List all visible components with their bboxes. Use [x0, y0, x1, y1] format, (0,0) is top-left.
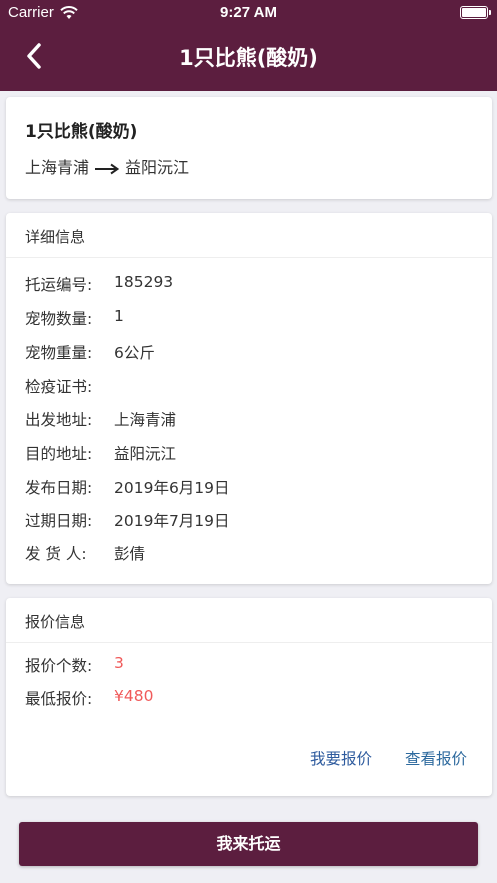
quote-card: 报价信息 报价个数: 3 最低报价: ¥480 我要报价 查看报价 [6, 598, 492, 796]
info-row-origin-address: 出发地址: 上海青浦 [25, 408, 176, 430]
info-label: 发布日期: [25, 479, 93, 497]
view-offers-link[interactable]: 查看报价 [405, 747, 467, 769]
info-value: 185293 [114, 273, 174, 291]
info-row-expiry-date: 过期日期: 2019年7月19日 [25, 509, 230, 531]
route-origin: 上海青浦 [25, 158, 90, 177]
make-offer-link[interactable]: 我要报价 [310, 747, 372, 769]
info-value: 益阳沅江 [114, 445, 177, 463]
info-label: 过期日期: [25, 512, 93, 530]
status-bar: Carrier 9:27 AM [0, 0, 497, 26]
lowest-quote-value: ¥480 [114, 687, 154, 705]
info-row-pet-weight: 宠物重量: 6公斤 [25, 341, 155, 363]
navigation-bar: 1只比熊(酸奶) [0, 26, 497, 91]
info-label: 托运编号: [25, 276, 93, 294]
detail-card-header: 详细信息 [6, 213, 492, 258]
info-row-pet-count: 宠物数量: 1 [25, 307, 124, 329]
ship-button[interactable]: 我来托运 [19, 822, 478, 866]
route-destination: 益阳沅江 [125, 158, 190, 177]
info-label: 宠物数量: [25, 310, 93, 328]
info-row-quarantine-certificate: 检疫证书: [25, 375, 114, 397]
summary-card: 1只比熊(酸奶) 上海青浦 益阳沅江 [6, 97, 492, 199]
info-row-shipper: 发 货 人: 彭倩 [25, 542, 145, 564]
info-value: 彭倩 [114, 545, 146, 563]
info-row-shipment-number: 托运编号: 185293 [25, 273, 173, 295]
info-value: 1 [114, 307, 124, 325]
detail-card: 详细信息 托运编号: 185293 宠物数量: 1 宠物重量: 6公斤 检疫证书… [6, 213, 492, 584]
info-row-quote-count: 报价个数: 3 [25, 654, 124, 676]
info-label: 发 货 人: [25, 545, 87, 563]
page-title: 1只比熊(酸奶) [179, 46, 318, 70]
shipment-title: 1只比熊(酸奶) [25, 122, 138, 142]
info-row-lowest-quote: 最低报价: ¥480 [25, 687, 153, 709]
info-label: 出发地址: [25, 411, 93, 429]
info-label: 报价个数: [25, 657, 93, 675]
quote-count-value: 3 [114, 654, 124, 672]
info-value: 2019年6月19日 [114, 479, 230, 497]
battery-icon [460, 6, 491, 19]
info-label: 最低报价: [25, 690, 93, 708]
info-label: 宠物重量: [25, 344, 93, 362]
arrow-right-icon [95, 160, 120, 175]
quote-card-header: 报价信息 [6, 598, 492, 643]
status-time: 9:27 AM [220, 4, 277, 21]
info-label: 检疫证书: [25, 378, 93, 396]
info-value: 上海青浦 [114, 411, 177, 429]
back-button[interactable] [14, 38, 54, 78]
info-row-destination-address: 目的地址: 益阳沅江 [25, 442, 176, 464]
quote-card-title: 报价信息 [25, 613, 86, 631]
info-label: 目的地址: [25, 445, 93, 463]
detail-card-title: 详细信息 [25, 228, 86, 246]
info-row-publish-date: 发布日期: 2019年6月19日 [25, 476, 230, 498]
info-value: 6公斤 [114, 344, 155, 362]
route: 上海青浦 益阳沅江 [25, 154, 189, 178]
chevron-left-icon [26, 43, 42, 73]
info-value: 2019年7月19日 [114, 512, 230, 530]
